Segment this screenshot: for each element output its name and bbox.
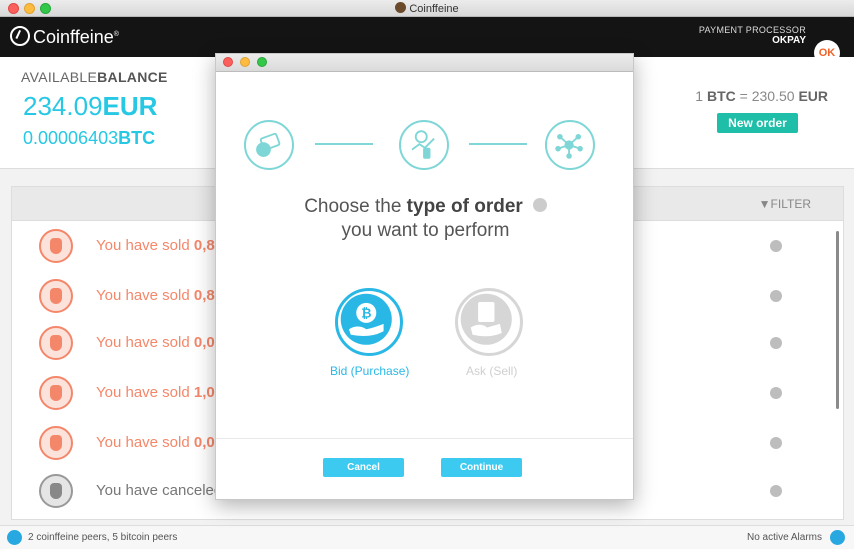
- payment-processor-label: PAYMENT PROCESSOR: [698, 25, 806, 35]
- new-order-button[interactable]: New order: [717, 113, 798, 133]
- sold-order-icon: [39, 326, 73, 360]
- dialog-divider: [216, 438, 633, 439]
- step-connector-2: [469, 143, 527, 145]
- dialog-minimize-button[interactable]: [240, 57, 250, 67]
- brand-name: Coinffeine: [33, 27, 114, 47]
- balance-label: AVAILABLEBALANCE: [21, 69, 168, 85]
- rate-value: = 230.50: [739, 88, 795, 104]
- dialog-zoom-button[interactable]: [257, 57, 267, 67]
- question-bold: type of order: [406, 196, 523, 217]
- sold-order-icon: [39, 229, 73, 263]
- list-item-label: You have sold: [96, 334, 194, 351]
- canceled-order-icon: [39, 474, 73, 508]
- list-item-text: You have sold 0,8: [96, 287, 215, 304]
- details-magnifier-icon[interactable]: [770, 485, 782, 497]
- question-prefix: Choose the: [304, 196, 407, 217]
- dialog-close-button[interactable]: [223, 57, 233, 67]
- peers-status-icon[interactable]: [7, 530, 22, 545]
- eur-amount: 234.09: [23, 91, 103, 121]
- status-bar: 2 coinffeine peers, 5 bitcoin peers No a…: [0, 525, 854, 549]
- list-item-text: You have sold 0,0: [96, 434, 215, 451]
- ask-option-button[interactable]: [455, 288, 523, 356]
- ask-hand-money-icon: [460, 293, 512, 345]
- step-3-network-icon: [545, 120, 595, 170]
- exchange-rate: 1 BTC = 230.50 EUR: [695, 88, 828, 104]
- details-magnifier-icon[interactable]: [770, 290, 782, 302]
- filter-label: FILTER: [770, 197, 811, 211]
- step-1-money-icon: [244, 120, 294, 170]
- window-title: Coinffeine: [0, 2, 854, 15]
- svg-text:₿: ₿: [361, 305, 371, 320]
- sold-order-icon: [39, 279, 73, 313]
- list-item-label: You have sold: [96, 434, 194, 451]
- sold-order-icon: [39, 426, 73, 460]
- continue-button[interactable]: Continue: [441, 458, 522, 477]
- list-item-label: You have sold: [96, 287, 194, 304]
- list-item-label: You have sold: [96, 384, 194, 401]
- list-item-label: You have canceled: [96, 482, 223, 499]
- details-magnifier-icon[interactable]: [770, 387, 782, 399]
- window-title-text: Coinffeine: [409, 3, 459, 15]
- list-item-text: You have canceled: [96, 482, 222, 499]
- coinffeine-logo-icon: [10, 26, 30, 46]
- balance-label-prefix: AVAILABLE: [21, 69, 98, 85]
- dialog-question-line2: you want to perform: [341, 220, 510, 241]
- filter-button[interactable]: ▼FILTER: [759, 197, 811, 211]
- list-item-amount: 0,8: [193, 237, 215, 254]
- dialog-titlebar[interactable]: [216, 54, 633, 72]
- list-item-text: You have sold 0,8: [96, 237, 215, 254]
- orders-scrollbar[interactable]: [836, 231, 839, 409]
- cancel-button[interactable]: Cancel: [323, 458, 404, 477]
- list-item-amount: 0,8: [193, 287, 215, 304]
- list-item-text: You have sold 0,0: [96, 334, 215, 351]
- window-titlebar[interactable]: Coinffeine: [0, 0, 854, 17]
- list-item-text: You have sold 1,0: [96, 384, 215, 401]
- app-header: Coinffeine® PAYMENT PROCESSOR OKPAY OK: [0, 17, 854, 66]
- ask-option-label[interactable]: Ask (Sell): [466, 364, 517, 378]
- btc-unit: BTC: [118, 128, 156, 148]
- rate-btc: BTC: [706, 88, 736, 104]
- bid-hand-bitcoin-icon: ₿: [340, 293, 392, 345]
- bid-option-label[interactable]: Bid (Purchase): [330, 364, 409, 378]
- brand-logo: Coinffeine®: [10, 26, 119, 48]
- step-2-tap-icon: [399, 120, 449, 170]
- peers-status-text: 2 coinffeine peers, 5 bitcoin peers: [28, 532, 178, 543]
- payment-processor-name: OKPAY: [772, 35, 806, 46]
- support-agent-icon[interactable]: [532, 198, 547, 212]
- app-window: Coinffeine Coinffeine® PAYMENT PROCESSOR…: [0, 0, 854, 549]
- payment-processor: PAYMENT PROCESSOR OKPAY: [699, 25, 806, 46]
- app-logo-icon: [395, 2, 407, 13]
- alarms-status-text: No active Alarms: [746, 532, 822, 543]
- rate-prefix: 1: [695, 88, 704, 104]
- details-magnifier-icon[interactable]: [770, 337, 782, 349]
- balance-label-bold: BALANCE: [97, 69, 168, 85]
- alarms-icon[interactable]: [830, 530, 845, 545]
- eur-balance: 234.09EUR: [23, 91, 157, 122]
- dialog-question-line1: Choose the type of order: [216, 196, 635, 218]
- filter-triangle-icon: ▼: [758, 197, 771, 211]
- eur-unit: EUR: [102, 91, 158, 121]
- btc-balance: 0.00006403BTC: [23, 128, 155, 149]
- list-item-label: You have sold: [96, 237, 194, 254]
- list-item-amount: 0,0: [193, 334, 215, 351]
- rate-eur: EUR: [798, 88, 828, 104]
- list-item-amount: 1,0: [193, 384, 215, 401]
- list-item-amount: 0,0: [193, 434, 215, 451]
- sold-order-icon: [39, 376, 73, 410]
- details-magnifier-icon[interactable]: [770, 240, 782, 252]
- step-connector-1: [315, 143, 373, 145]
- brand-registered-mark: ®: [113, 31, 119, 38]
- order-type-dialog: Choose the type of order you want to per…: [215, 53, 634, 500]
- details-magnifier-icon[interactable]: [770, 437, 782, 449]
- btc-amount: 0.00006403: [23, 128, 119, 148]
- bid-option-button[interactable]: ₿: [335, 288, 403, 356]
